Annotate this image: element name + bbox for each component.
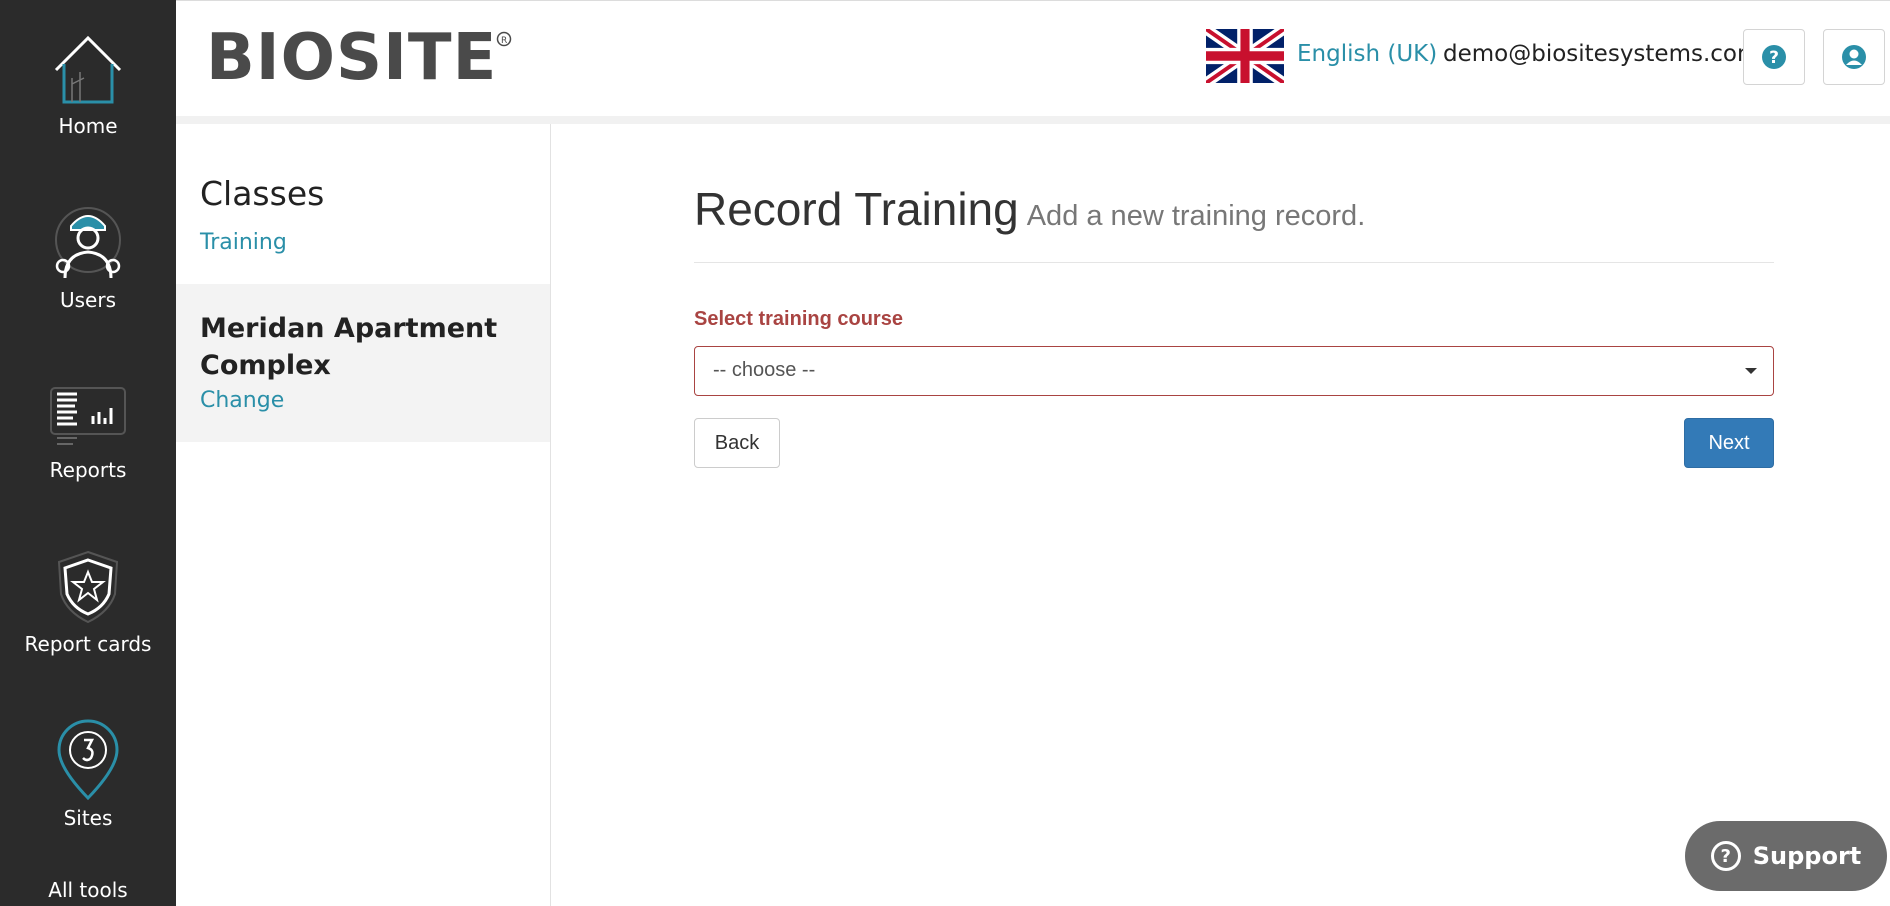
site-name: Meridan Apartment Complex xyxy=(200,313,498,381)
worker-icon xyxy=(55,207,121,279)
nav-item-reports[interactable]: Reports xyxy=(0,374,176,482)
nav-label: Users xyxy=(59,288,116,312)
biosite-logo[interactable]: BIOSITE R xyxy=(206,21,526,95)
nav-item-all-tools[interactable]: All tools xyxy=(0,878,176,902)
page-subtitle: Add a new training record. xyxy=(1026,200,1366,232)
nav-label: Reports xyxy=(49,458,127,482)
user-email: demo@biositesystems.com xyxy=(1443,41,1760,67)
back-button[interactable]: Back xyxy=(694,418,780,468)
question-circle-icon: ? xyxy=(1710,841,1741,871)
training-course-select[interactable]: -- choose -- xyxy=(694,346,1774,396)
uk-flag-icon[interactable] xyxy=(1206,29,1284,83)
training-link[interactable]: Training xyxy=(200,230,287,255)
page-title: Record Training Add a new training record… xyxy=(694,182,1365,236)
support-button[interactable]: ? Support xyxy=(1685,821,1887,891)
nav-label: Report cards xyxy=(24,632,152,656)
reports-icon xyxy=(50,387,126,445)
nav-item-report-cards[interactable]: Report cards xyxy=(0,548,176,656)
question-circle-icon: ? xyxy=(1762,45,1786,69)
nav-label: All tools xyxy=(48,878,128,902)
select-value: -- choose -- xyxy=(713,359,816,381)
page-title-text: Record Training xyxy=(694,183,1019,235)
support-label: Support xyxy=(1752,842,1862,870)
language-selector[interactable]: English (UK) xyxy=(1297,41,1437,67)
nav-label: Sites xyxy=(63,806,113,830)
nav-item-users[interactable]: Users xyxy=(0,204,176,312)
help-button[interactable]: ? xyxy=(1743,29,1805,85)
profile-button[interactable] xyxy=(1823,29,1885,85)
current-site-panel: Meridan Apartment Complex Change xyxy=(176,284,550,442)
crane-hook-pin-icon xyxy=(57,719,119,800)
header-separator xyxy=(176,116,1890,124)
secondary-sidebar: Classes Training Meridan Apartment Compl… xyxy=(176,124,551,906)
main-content: Record Training Add a new training record… xyxy=(551,124,1890,906)
training-course-label: Select training course xyxy=(694,308,903,330)
top-header: BIOSITE R English (UK) demo@biositesyste… xyxy=(176,0,1890,117)
svg-text:R: R xyxy=(501,36,507,46)
chevron-down-icon xyxy=(1745,368,1757,374)
left-navigation: Home Users Reports Report cards Sites Al… xyxy=(0,0,176,906)
nav-item-home[interactable]: Home xyxy=(0,32,176,138)
change-site-link[interactable]: Change xyxy=(200,388,284,413)
star-shield-icon xyxy=(57,550,119,624)
logo-text: BIOSITE xyxy=(206,25,497,85)
svg-text:?: ? xyxy=(1769,48,1779,68)
next-button[interactable]: Next xyxy=(1684,418,1774,468)
nav-label: Home xyxy=(58,114,118,138)
section-title: Classes xyxy=(200,174,325,213)
nav-item-sites[interactable]: Sites xyxy=(0,718,176,830)
user-circle-icon xyxy=(1842,45,1866,69)
home-icon xyxy=(54,35,122,104)
title-divider xyxy=(694,262,1774,263)
